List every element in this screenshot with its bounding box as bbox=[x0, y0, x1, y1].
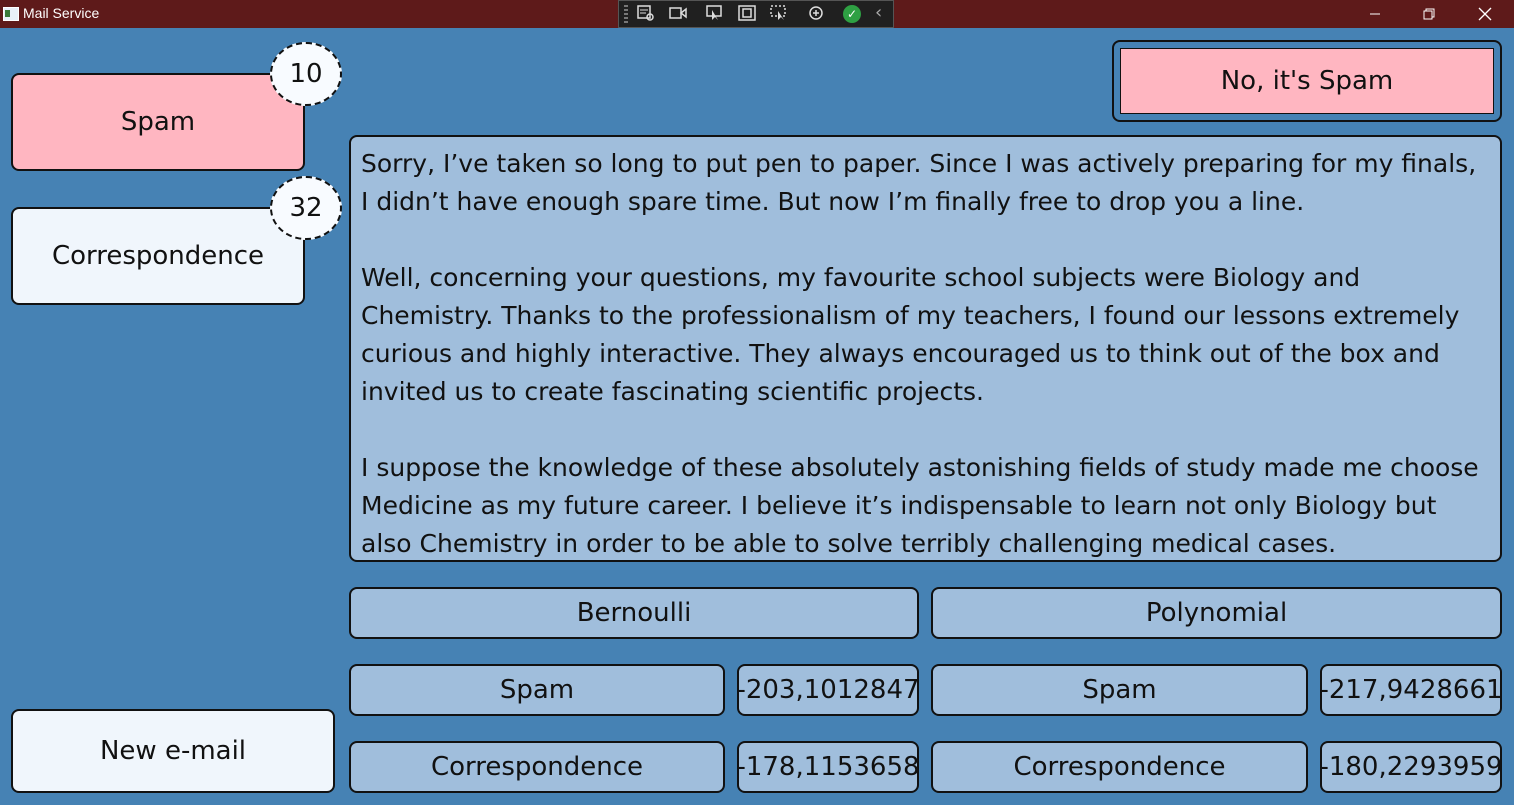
title-bar: Mail Service ✓ ‹ bbox=[0, 0, 1514, 28]
mark-as-spam-label: No, it's Spam bbox=[1220, 66, 1394, 96]
email-paragraph: Well, concerning your questions, my favo… bbox=[361, 263, 1460, 406]
spam-count-badge: 10 bbox=[270, 42, 342, 106]
polynomial-header: Polynomial bbox=[931, 587, 1502, 639]
folder-spam-button[interactable]: Spam bbox=[11, 73, 305, 171]
polynomial-correspondence-value: -180,2293959 bbox=[1320, 741, 1502, 793]
bernoulli-correspondence-label: Correspondence bbox=[349, 741, 725, 793]
folder-spam-label: Spam bbox=[120, 107, 196, 137]
correspondence-count-badge: 32 bbox=[270, 176, 342, 240]
collapse-chevron-icon[interactable]: ‹ bbox=[875, 3, 882, 23]
bernoulli-correspondence-value: -178,1153658 bbox=[737, 741, 919, 793]
mark-as-spam-button[interactable]: No, it's Spam bbox=[1120, 48, 1494, 114]
select-element-icon[interactable] bbox=[706, 5, 724, 21]
email-paragraph: Sorry, I’ve taken so long to put pen to … bbox=[361, 149, 1477, 216]
toolbar-grip-icon[interactable] bbox=[624, 5, 628, 25]
email-body[interactable]: Sorry, I’ve taken so long to put pen to … bbox=[349, 135, 1502, 562]
bernoulli-spam-label: Spam bbox=[349, 664, 725, 716]
window-title: Mail Service bbox=[23, 5, 100, 21]
restore-icon[interactable] bbox=[1402, 0, 1456, 28]
record-icon[interactable] bbox=[669, 5, 687, 21]
minimize-icon[interactable] bbox=[1348, 0, 1402, 28]
mark-button-frame: No, it's Spam bbox=[1112, 40, 1502, 122]
polynomial-spam-value: -217,9428661 bbox=[1320, 664, 1502, 716]
bernoulli-spam-value: -203,1012847 bbox=[737, 664, 919, 716]
polynomial-correspondence-label: Correspondence bbox=[931, 741, 1308, 793]
new-email-label: New e-mail bbox=[99, 736, 247, 766]
display-layout-adorners-icon[interactable] bbox=[738, 5, 756, 21]
folder-correspondence-label: Correspondence bbox=[51, 241, 265, 271]
app-icon bbox=[3, 7, 19, 21]
close-icon[interactable] bbox=[1458, 0, 1512, 28]
binding-failures-icon[interactable] bbox=[807, 5, 825, 21]
new-email-button[interactable]: New e-mail bbox=[11, 709, 335, 793]
check-icon[interactable]: ✓ bbox=[843, 5, 861, 23]
polynomial-spam-label: Spam bbox=[931, 664, 1308, 716]
bernoulli-header: Bernoulli bbox=[349, 587, 919, 639]
folder-correspondence-button[interactable]: Correspondence bbox=[11, 207, 305, 305]
track-focus-icon[interactable] bbox=[770, 5, 788, 21]
email-paragraph: I suppose the knowledge of these absolut… bbox=[361, 453, 1479, 558]
live-visual-tree-icon[interactable] bbox=[637, 5, 655, 21]
